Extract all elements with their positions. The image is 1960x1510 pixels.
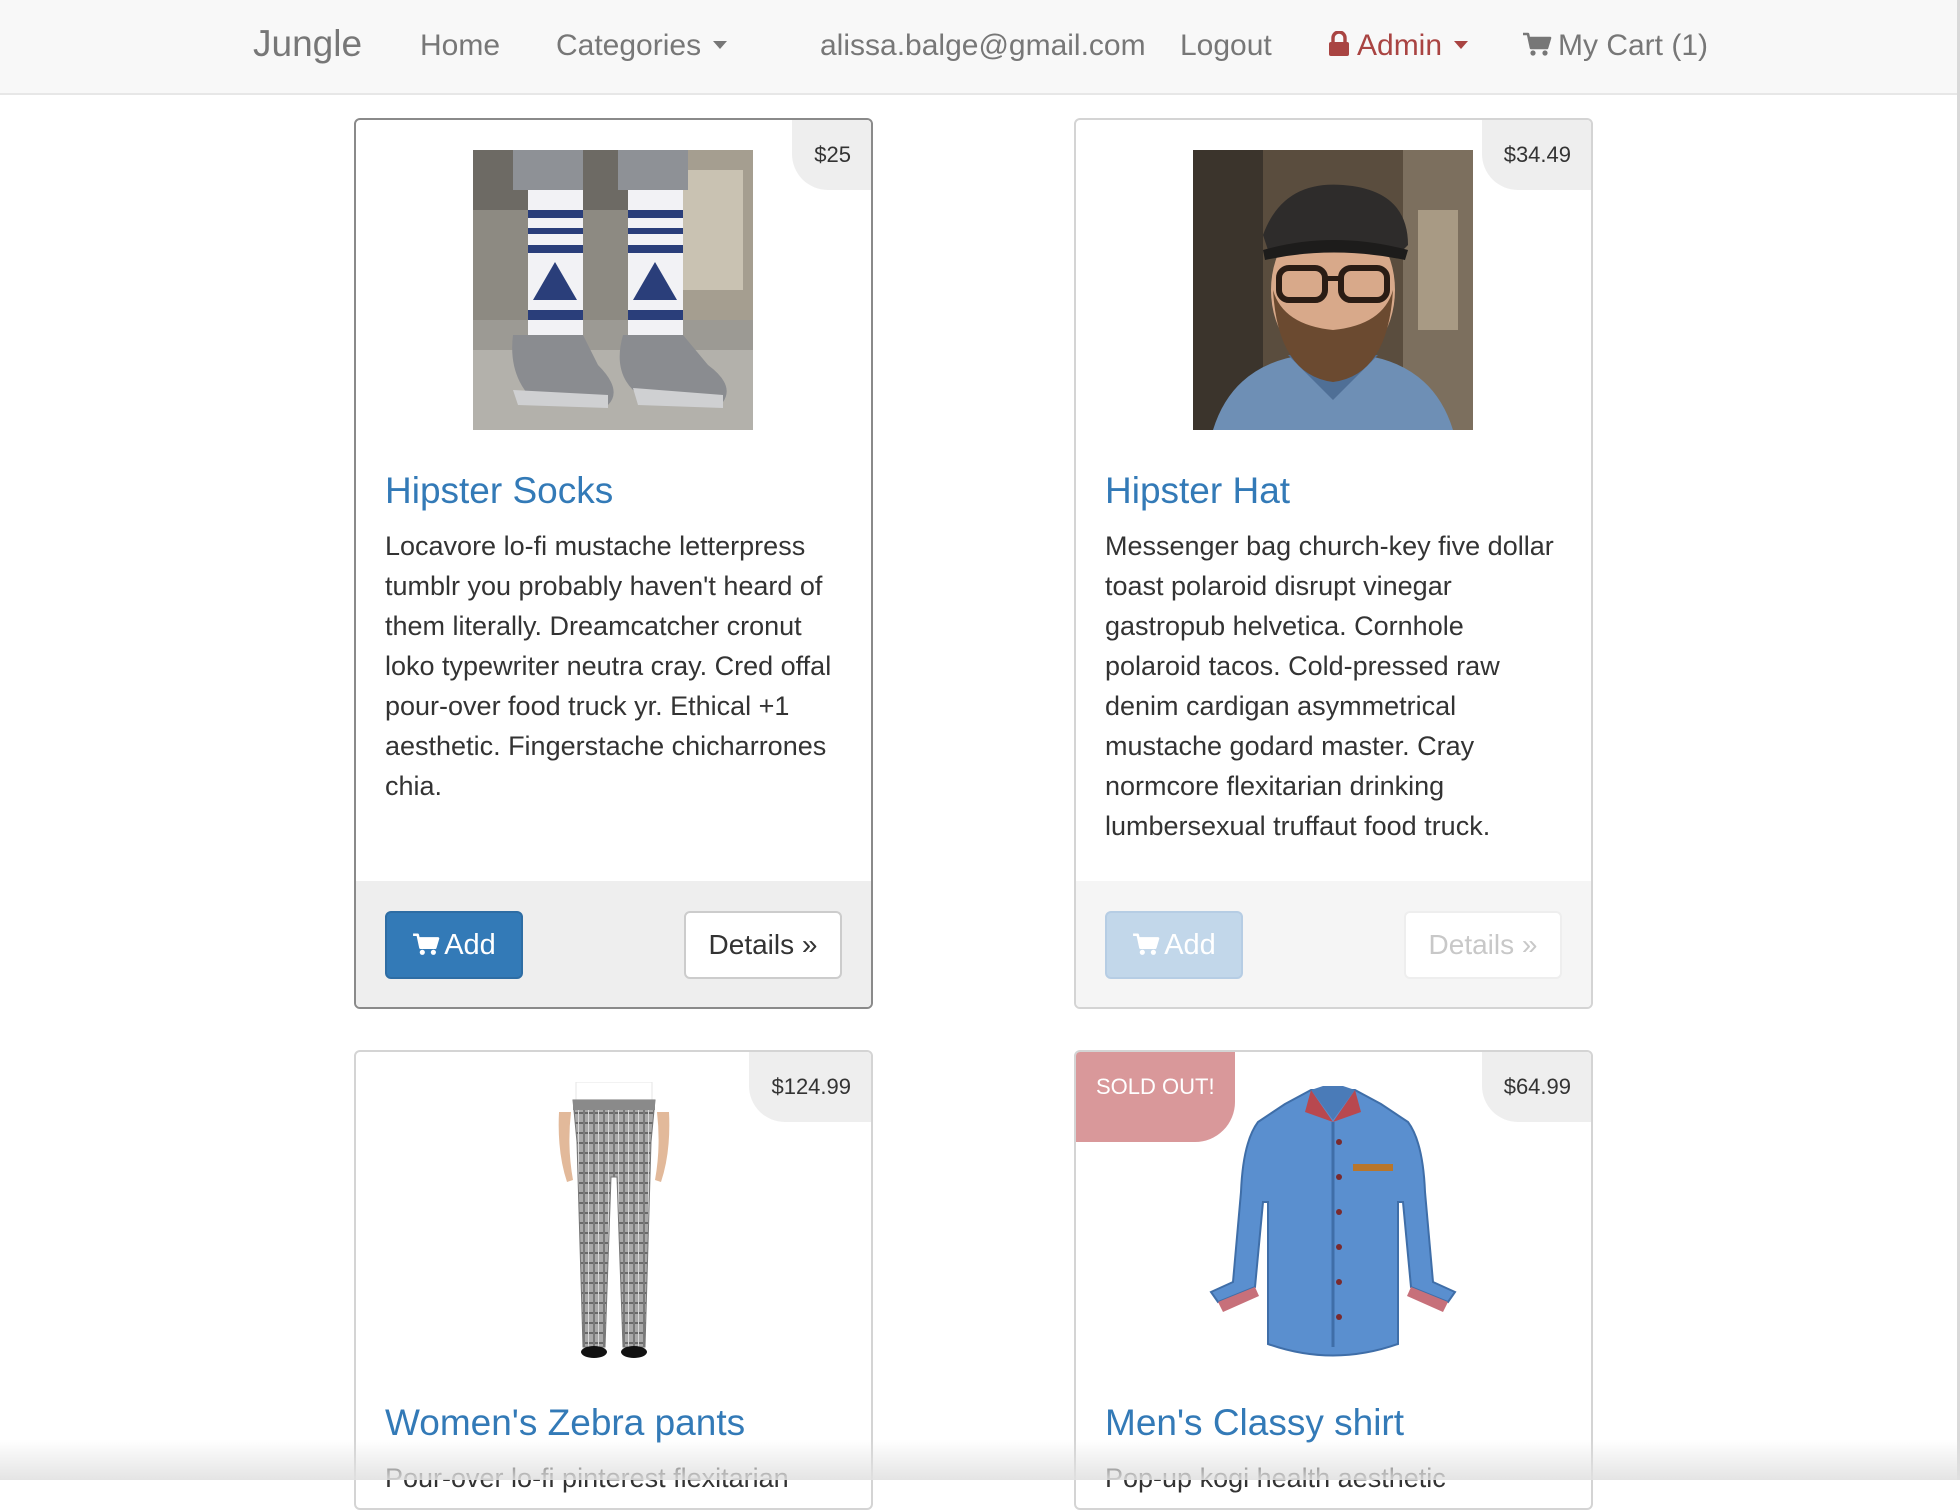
product-card: SOLD OUT! $64.99 Men's Classy shirt Pop-…	[1074, 1050, 1593, 1510]
nav-user-email[interactable]: alissa.balge@gmail.com	[820, 26, 1146, 66]
caret-down-icon	[713, 41, 728, 50]
product-title-link[interactable]: Hipster Socks	[385, 468, 613, 514]
product-title-link[interactable]: Hipster Hat	[1105, 468, 1290, 514]
sold-out-badge: SOLD OUT!	[1076, 1052, 1235, 1142]
bottom-fade	[0, 1440, 1960, 1480]
product-title-link[interactable]: Women's Zebra pants	[385, 1400, 745, 1446]
product-description: Pop-up kogi health aesthetic	[1105, 1463, 1446, 1493]
nav-admin-dropdown[interactable]: Admin	[1327, 26, 1469, 66]
shopping-cart-icon	[413, 933, 440, 955]
product-title-link[interactable]: Men's Classy shirt	[1105, 1400, 1404, 1446]
product-card: $34.49 Hipster Hat Messenger bag church-…	[1074, 118, 1593, 1009]
card-footer: Add Details »	[1076, 881, 1591, 1007]
price-badge: $34.49	[1481, 120, 1591, 190]
nav-admin-label: Admin	[1357, 29, 1443, 62]
price-badge: $64.99	[1481, 1052, 1591, 1122]
price-badge: $25	[792, 120, 871, 190]
product-image[interactable]	[473, 150, 753, 430]
add-to-cart-button[interactable]: Add	[385, 911, 523, 979]
top-navbar: Jungle Home Categories alissa.balge@gmai…	[0, 0, 1960, 95]
nav-logout-link[interactable]: Logout	[1180, 26, 1272, 66]
product-description: Messenger bag church-key five dollar toa…	[1105, 531, 1554, 841]
shopping-cart-icon	[1133, 933, 1160, 955]
details-button[interactable]: Details »	[684, 911, 842, 979]
nav-categories-label: Categories	[556, 29, 702, 62]
socks-photo-icon	[473, 150, 753, 430]
nav-cart-label: My Cart (1)	[1558, 29, 1708, 62]
card-footer: Add Details »	[356, 881, 871, 1007]
lock-icon	[1329, 31, 1349, 56]
product-image[interactable]	[473, 1082, 753, 1362]
product-card: $124.99 Women's Zebra pants Pour-over lo…	[354, 1050, 873, 1510]
product-image[interactable]	[1193, 1082, 1473, 1362]
product-image[interactable]	[1193, 150, 1473, 430]
add-to-cart-button[interactable]: Add	[1105, 911, 1243, 979]
details-button[interactable]: Details »	[1404, 911, 1562, 979]
product-description: Locavore lo-fi mustache letterpress tumb…	[385, 531, 832, 801]
plaid-pants-photo-icon	[473, 1082, 753, 1362]
price-badge: $124.99	[749, 1052, 871, 1122]
caret-down-icon	[1454, 41, 1469, 50]
shopping-cart-icon	[1523, 32, 1552, 56]
add-button-label: Add	[444, 929, 496, 961]
nav-home-link[interactable]: Home	[420, 26, 500, 66]
nav-categories-dropdown[interactable]: Categories	[556, 26, 728, 66]
man-with-hat-photo-icon	[1193, 150, 1473, 430]
denim-shirt-photo-icon	[1193, 1082, 1473, 1362]
product-description: Pour-over lo-fi pinterest flexitarian	[385, 1463, 789, 1493]
brand-logo[interactable]: Jungle	[253, 24, 362, 64]
add-button-label: Add	[1164, 929, 1216, 961]
nav-cart-link[interactable]: My Cart (1)	[1522, 26, 1708, 66]
product-card: $25 Hipster Socks Locavore lo-fi mustach…	[354, 118, 873, 1009]
